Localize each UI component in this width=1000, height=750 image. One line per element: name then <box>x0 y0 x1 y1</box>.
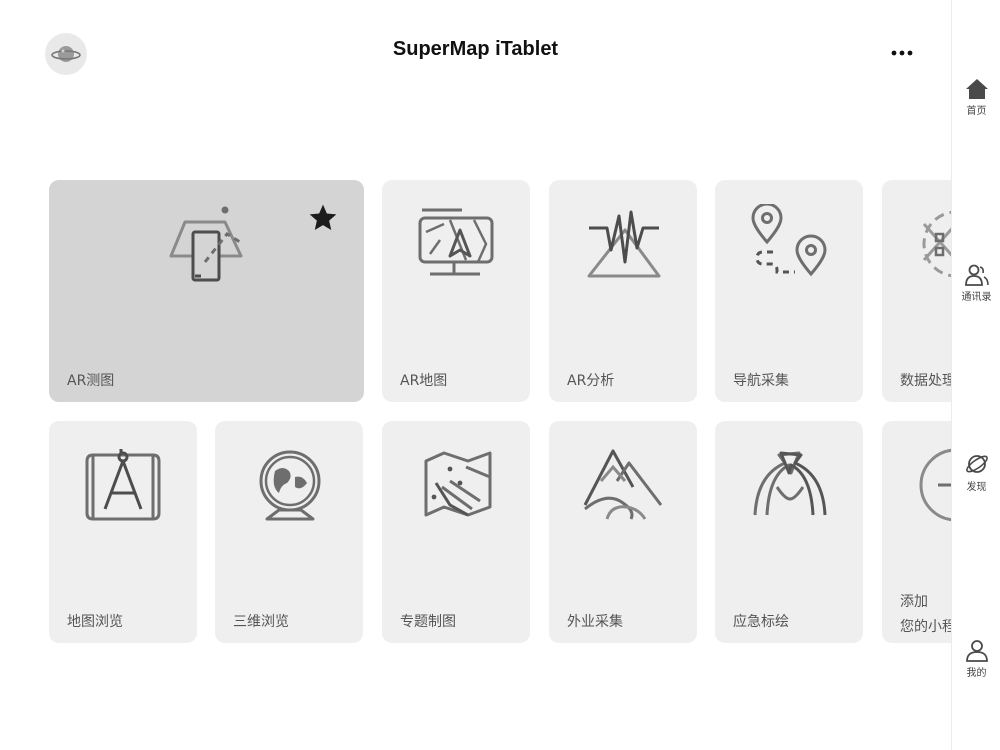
favorite-star-icon[interactable] <box>307 202 339 234</box>
tile-label: 导航采集 <box>733 373 789 389</box>
discover-planet-icon <box>965 455 988 473</box>
globe-3d-icon <box>259 450 321 521</box>
navigation-collect-icon <box>751 204 827 277</box>
map-browse-icon <box>85 449 161 521</box>
sidebar-item-contacts[interactable]: 通讯录 <box>952 264 1000 303</box>
sidebar-item-label: 通讯录 <box>961 292 992 303</box>
tile-ar-measure[interactable]: AR测图 <box>49 180 364 402</box>
tile-label: 地图浏览 <box>67 614 123 630</box>
sidebar-item-label: 我的 <box>966 668 987 679</box>
tile-ar-analysis[interactable]: AR分析 <box>549 180 697 402</box>
tile-data-processing[interactable]: 数据处理 <box>882 180 951 402</box>
ar-measure-icon <box>169 206 243 282</box>
sidebar-nav: 首页 通讯录 发现 我的 <box>951 0 1000 750</box>
tile-label: 外业采集 <box>567 614 623 630</box>
tile-label: AR分析 <box>567 373 615 389</box>
tile-ar-map[interactable]: AR地图 <box>382 180 530 402</box>
tile-add-applet[interactable]: 添加 您的小程序 <box>882 421 951 643</box>
add-icon <box>919 448 951 522</box>
sidebar-item-label: 首页 <box>966 106 987 117</box>
tile-emergency-plot[interactable]: 应急标绘 <box>715 421 863 643</box>
tile-label: 三维浏览 <box>233 614 289 630</box>
tile-label: 专题制图 <box>400 614 456 630</box>
tile-thematic-map[interactable]: 专题制图 <box>382 421 530 643</box>
ar-map-icon <box>418 208 494 276</box>
tile-label: AR测图 <box>67 373 115 389</box>
sidebar-item-profile[interactable]: 我的 <box>952 640 1000 679</box>
profile-icon <box>965 640 988 662</box>
tile-field-collect[interactable]: 外业采集 <box>549 421 697 643</box>
ar-analysis-icon <box>587 210 661 278</box>
tile-label: 数据处理 <box>900 373 951 389</box>
tile-label: 应急标绘 <box>733 614 789 630</box>
more-button[interactable] <box>884 42 920 64</box>
field-collect-icon <box>583 449 663 520</box>
tile-map-browse[interactable]: 地图浏览 <box>49 421 197 643</box>
main-area: SuperMap iTablet AR测图 AR地图 AR分析 导航采集 数据处… <box>0 0 951 750</box>
app-title: SuperMap iTablet <box>392 38 559 60</box>
contacts-icon <box>964 264 989 286</box>
emergency-plot-icon <box>753 451 827 516</box>
tile-label: 添加 <box>900 594 928 610</box>
tile-globe-3d[interactable]: 三维浏览 <box>215 421 363 643</box>
tile-navigation-collect[interactable]: 导航采集 <box>715 180 863 402</box>
tile-sublabel: 您的小程序 <box>900 619 951 635</box>
data-processing-icon <box>922 210 951 278</box>
home-icon <box>965 79 988 99</box>
more-dots-icon <box>891 50 913 56</box>
sidebar-item-label: 发现 <box>966 482 987 493</box>
sidebar-item-home[interactable]: 首页 <box>952 78 1000 117</box>
sidebar-item-discover[interactable]: 发现 <box>952 452 1000 493</box>
tile-label: AR地图 <box>400 373 448 389</box>
thematic-map-icon <box>424 451 492 517</box>
